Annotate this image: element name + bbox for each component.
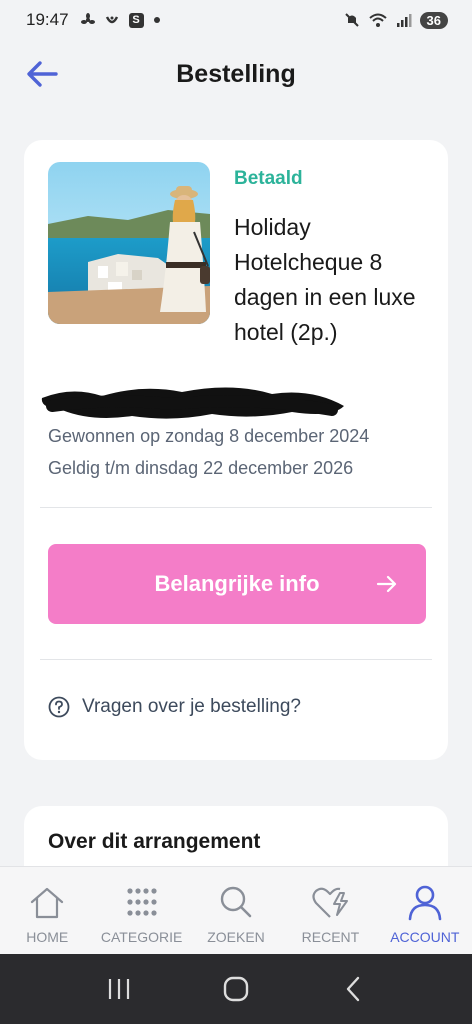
won-date: Gewonnen op zondag 8 december 2024 xyxy=(48,426,370,446)
nav-category[interactable]: CATEGORIE xyxy=(94,867,188,954)
back-button[interactable] xyxy=(24,58,60,90)
mute-icon xyxy=(344,13,359,27)
wifi-icon xyxy=(368,13,387,27)
arrangement-title: Over dit arrangement xyxy=(48,830,261,853)
nav-search-label: ZOEKEN xyxy=(207,929,265,945)
nav-account-label: ACCOUNT xyxy=(390,929,460,945)
back-system-button[interactable] xyxy=(333,969,373,1009)
battery-indicator: 36 xyxy=(419,11,448,29)
nav-recent-label: RECENT xyxy=(301,929,360,945)
grid-icon xyxy=(127,888,157,916)
home-icon xyxy=(31,887,64,919)
arrow-right-icon xyxy=(376,575,397,593)
important-info-button[interactable]: Belangrijke info xyxy=(48,544,426,624)
arrow-left-icon xyxy=(27,61,58,87)
bottom-navigation: HOME CATEGORIE ZOEKEN RECENT ACCOUNT xyxy=(0,866,472,954)
order-questions-link[interactable]: Vragen over je bestelling? xyxy=(48,696,301,718)
nav-account[interactable]: ACCOUNT xyxy=(378,867,472,954)
more-notifications-dot xyxy=(153,17,160,23)
recent-apps-button[interactable] xyxy=(99,969,139,1009)
heart-bolt-icon xyxy=(312,887,349,918)
home-button[interactable] xyxy=(216,969,256,1009)
user-icon xyxy=(408,885,442,921)
divider xyxy=(40,507,432,508)
recent-apps-icon xyxy=(108,979,129,999)
app-s-icon: S xyxy=(128,12,144,28)
nav-category-label: CATEGORIE xyxy=(100,929,183,945)
product-image xyxy=(48,162,210,324)
status-time: 19:47 xyxy=(26,10,69,29)
divider xyxy=(40,659,432,660)
order-questions-label: Vragen over je bestelling? xyxy=(82,696,301,717)
status-bar: 19:47 S 36 xyxy=(0,0,472,40)
notification-icons: S xyxy=(80,12,160,28)
question-circle-icon xyxy=(48,696,70,718)
cup-icon xyxy=(105,16,118,24)
system-status-icons: 36 xyxy=(344,11,448,29)
product-title: Holiday Hotelcheque 8 dagen in een luxe … xyxy=(234,214,416,345)
nav-search[interactable]: ZOEKEN xyxy=(189,867,283,954)
signal-icon xyxy=(396,14,412,27)
status-badge: Betaald xyxy=(234,168,303,189)
valid-until-date: Geldig t/m dinsdag 22 december 2026 xyxy=(48,458,354,478)
nav-recent[interactable]: RECENT xyxy=(283,867,377,954)
page-title: Bestelling xyxy=(176,59,296,88)
order-card: Betaald Holiday Hotelcheque 8 dagen in e… xyxy=(24,140,448,760)
home-circle-icon xyxy=(223,976,249,1002)
important-info-label: Belangrijke info xyxy=(154,571,320,596)
page-header: Bestelling xyxy=(0,40,472,108)
chevron-left-icon xyxy=(347,976,360,1002)
fan-icon xyxy=(80,13,95,24)
search-icon xyxy=(220,886,252,918)
nav-home[interactable]: HOME xyxy=(0,867,94,954)
system-navigation-bar xyxy=(0,954,472,1024)
nav-home-label: HOME xyxy=(26,929,69,945)
